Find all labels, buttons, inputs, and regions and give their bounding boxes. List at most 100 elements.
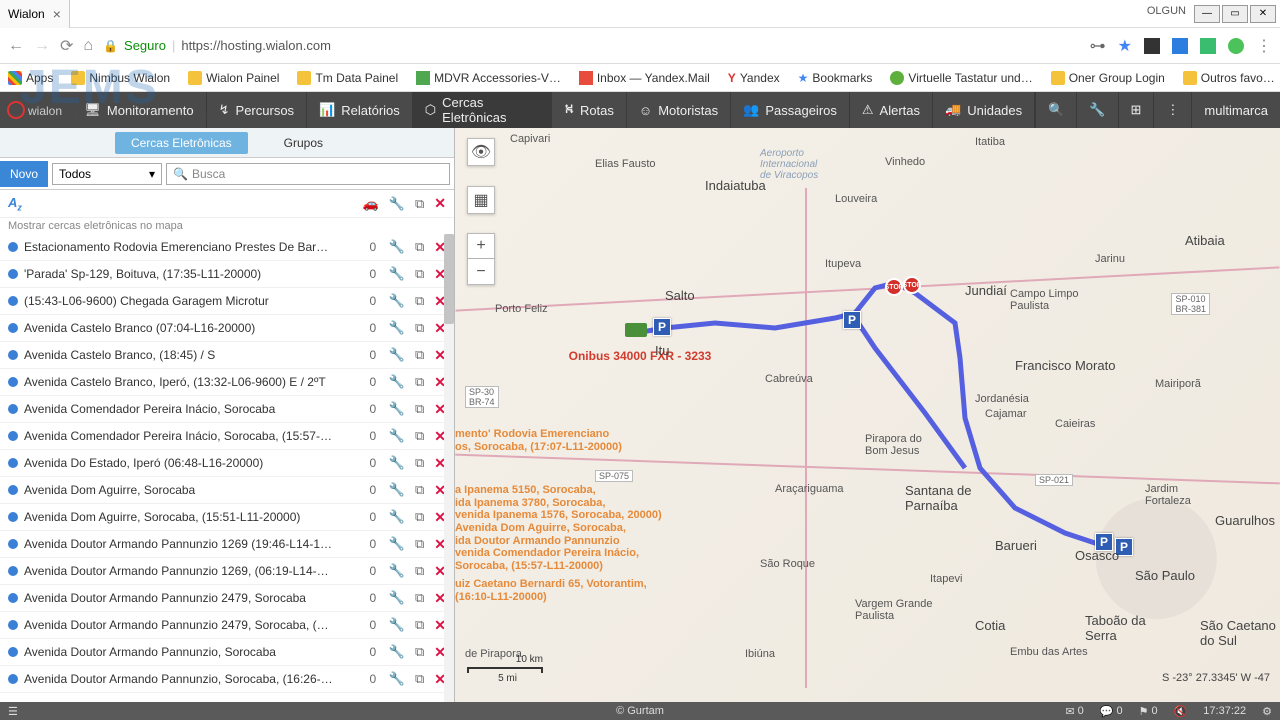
geofence-row[interactable]: Avenida Castelo Branco, (18:45) / S0🔧⧉✕ xyxy=(0,342,454,369)
copy-icon[interactable]: ⧉ xyxy=(415,482,424,498)
copy-icon[interactable]: ⧉ xyxy=(415,320,424,336)
ext-icon-3[interactable] xyxy=(1200,38,1216,54)
ext-icon-2[interactable] xyxy=(1172,38,1188,54)
ext-icon-4[interactable] xyxy=(1228,38,1244,54)
copy-icon[interactable]: ⧉ xyxy=(415,671,424,687)
wrench-icon[interactable]: 🔧 xyxy=(389,617,405,633)
nav-motoristas[interactable]: ☺Motoristas xyxy=(627,92,731,128)
nav-passageiros[interactable]: 👥Passageiros xyxy=(731,92,850,128)
parking-marker[interactable]: P xyxy=(653,318,671,336)
stop-marker[interactable]: STOP xyxy=(903,276,921,294)
copy-icon[interactable]: ⧉ xyxy=(415,239,424,255)
nav-reload-icon[interactable]: ⟳ xyxy=(60,36,73,56)
status-count-3[interactable]: ⚑ 0 xyxy=(1139,705,1158,718)
geofence-row[interactable]: Avenida Doutor Armando Pannunzio, Soroca… xyxy=(0,666,454,693)
nav-tools-icon[interactable]: 🔧 xyxy=(1076,92,1117,128)
wrench-icon[interactable]: 🔧 xyxy=(389,320,405,336)
copy-icon[interactable]: ⧉ xyxy=(415,536,424,552)
filter-select[interactable]: Todos▾ xyxy=(52,163,162,185)
wrench-icon[interactable]: 🔧 xyxy=(389,590,405,606)
geofence-row[interactable]: Avenida Doutor Armando Pannunzio 2479, S… xyxy=(0,585,454,612)
bookmark-item[interactable]: Nimbus Wialon xyxy=(71,71,170,85)
delete-icon[interactable]: ✕ xyxy=(434,195,446,212)
ext-icon-1[interactable] xyxy=(1144,38,1160,54)
wrench-icon[interactable]: 🔧 xyxy=(389,509,405,525)
scrollbar-thumb[interactable] xyxy=(444,234,454,324)
wrench-icon[interactable]: 🔧 xyxy=(389,196,405,212)
wrench-icon[interactable]: 🔧 xyxy=(389,671,405,687)
status-settings-icon[interactable]: ⚙ xyxy=(1262,705,1272,718)
geofence-row[interactable]: Avenida Dom Aguirre, Sorocaba, (15:51-L1… xyxy=(0,504,454,531)
nav-rotas[interactable]: ⛕Rotas xyxy=(552,92,627,128)
window-maximize-button[interactable]: ▭ xyxy=(1222,5,1248,23)
nav-back-icon[interactable]: ← xyxy=(8,37,24,55)
geofence-row[interactable]: Estacionamento Rodovia Emerenciano Prest… xyxy=(0,234,454,261)
copy-icon[interactable]: ⧉ xyxy=(415,455,424,471)
map-canvas[interactable]: P P P P STOP STOP Onibus 34000 FXR - 323… xyxy=(455,128,1280,702)
bookmark-star-icon[interactable]: ★ xyxy=(1118,36,1132,56)
search-input[interactable]: 🔍Busca xyxy=(166,163,450,185)
parking-marker[interactable]: P xyxy=(843,311,861,329)
bookmark-apps[interactable]: Apps xyxy=(8,71,53,85)
geofence-row[interactable]: Avenida Doutor Armando Pannunzio, Soroca… xyxy=(0,639,454,666)
geofence-row[interactable]: Avenida Do Estado, Iperó (06:48-L16-2000… xyxy=(0,450,454,477)
geofence-row[interactable]: Avenida Doutor Armando Pannunzio 2479, S… xyxy=(0,612,454,639)
copy-icon[interactable]: ⧉ xyxy=(415,401,424,417)
copy-icon[interactable]: ⧉ xyxy=(415,347,424,363)
wrench-icon[interactable]: 🔧 xyxy=(389,482,405,498)
bookmark-item[interactable]: YYandex xyxy=(728,71,780,85)
nav-forward-icon[interactable]: → xyxy=(34,37,50,55)
nav-more-icon[interactable]: ⋮ xyxy=(1153,92,1191,128)
copy-icon[interactable]: ⧉ xyxy=(415,563,424,579)
browser-tab[interactable]: Wialon × xyxy=(0,0,70,28)
wrench-icon[interactable]: 🔧 xyxy=(389,455,405,471)
bookmark-item[interactable]: Virtuelle Tastatur und… xyxy=(890,71,1032,85)
status-count-2[interactable]: 💬 0 xyxy=(1100,705,1123,718)
map-layers-button[interactable]: ▦ xyxy=(467,186,495,214)
copy-icon[interactable]: ⧉ xyxy=(415,374,424,390)
status-count-1[interactable]: ✉ 0 xyxy=(1065,705,1083,718)
new-button[interactable]: Novo xyxy=(0,161,48,187)
wrench-icon[interactable]: 🔧 xyxy=(389,347,405,363)
wrench-icon[interactable]: 🔧 xyxy=(389,239,405,255)
copy-icon[interactable]: ⧉ xyxy=(415,293,424,309)
window-close-button[interactable]: ✕ xyxy=(1250,5,1276,23)
tab-close-icon[interactable]: × xyxy=(53,6,61,22)
vehicle-icon[interactable]: 🚗 xyxy=(363,196,379,212)
bookmark-item[interactable]: Oner Group Login xyxy=(1051,71,1165,85)
wrench-icon[interactable]: 🔧 xyxy=(389,266,405,282)
geofence-row[interactable]: 'Parada' Sp-129, Boituva, (17:35-L11-200… xyxy=(0,261,454,288)
zoom-out-button[interactable]: − xyxy=(467,259,495,285)
geofence-row[interactable]: Avenida Doutor Armando Pannunzio 1269, (… xyxy=(0,558,454,585)
key-icon[interactable]: ⊶ xyxy=(1090,36,1106,56)
nav-search-icon[interactable]: 🔍 xyxy=(1035,92,1076,128)
wrench-icon[interactable]: 🔧 xyxy=(389,293,405,309)
nav-monitoramento[interactable]: 🖥Monitoramento xyxy=(72,92,206,128)
wrench-icon[interactable]: 🔧 xyxy=(389,563,405,579)
bookmark-item[interactable]: Inbox — Yandex.Mail xyxy=(579,71,710,85)
wrench-icon[interactable]: 🔧 xyxy=(389,428,405,444)
bookmark-item[interactable]: Tm Data Painel xyxy=(297,71,398,85)
tab-cercas[interactable]: Cercas Eletrônicas xyxy=(115,132,248,154)
bus-marker[interactable] xyxy=(625,323,647,337)
bookmark-item[interactable]: MDVR Accessories-V… xyxy=(416,71,561,85)
nav-percursos[interactable]: ↯Percursos xyxy=(207,92,307,128)
bookmark-item[interactable]: Wialon Painel xyxy=(188,71,279,85)
map-visibility-button[interactable]: 👁 xyxy=(467,138,495,166)
wrench-icon[interactable]: 🔧 xyxy=(389,374,405,390)
wrench-icon[interactable]: 🔧 xyxy=(389,644,405,660)
geofence-row[interactable]: Avenida Comendador Pereira Inácio, Soroc… xyxy=(0,396,454,423)
bookmark-item[interactable]: ★Bookmarks xyxy=(798,71,873,85)
wrench-icon[interactable]: 🔧 xyxy=(389,536,405,552)
copy-icon[interactable]: ⧉ xyxy=(415,428,424,444)
url-bar[interactable]: 🔒 Seguro | https://hosting.wialon.com xyxy=(103,38,1080,53)
copy-icon[interactable]: ⧉ xyxy=(415,196,424,212)
nav-home-icon[interactable]: ⌂ xyxy=(83,37,93,55)
nav-unidades[interactable]: 🚚Unidades xyxy=(933,92,1035,128)
geofence-row[interactable]: Avenida Castelo Branco (07:04-L16-20000)… xyxy=(0,315,454,342)
geofence-row[interactable]: Avenida Comendador Pereira Inácio, Soroc… xyxy=(0,423,454,450)
nav-account[interactable]: multimarca xyxy=(1191,92,1280,128)
status-audio-icon[interactable]: 🔇 xyxy=(1174,705,1188,718)
copy-icon[interactable]: ⧉ xyxy=(415,509,424,525)
browser-menu-icon[interactable]: ⋮ xyxy=(1256,36,1272,56)
